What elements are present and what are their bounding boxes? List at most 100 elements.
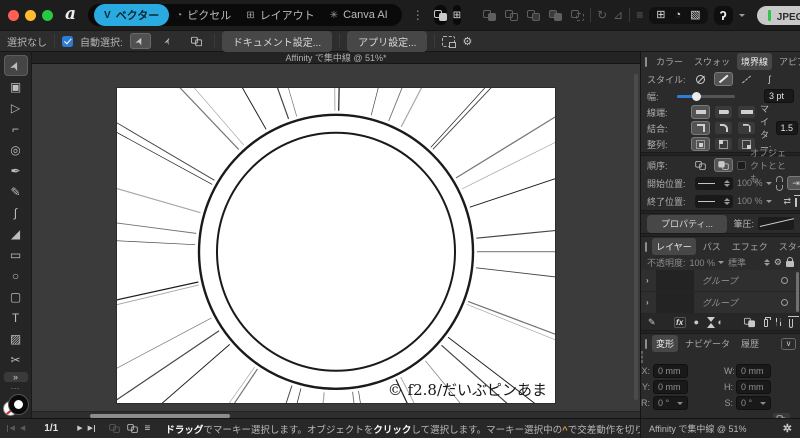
auto-select-checkbox[interactable] [62,35,73,47]
tab-history[interactable]: 履歴 [737,335,763,352]
shear-input[interactable]: 0 ° [736,396,771,410]
pressure-curve-widget[interactable] [758,217,794,230]
layer-settings-gear-icon[interactable]: ⚙ [774,257,782,268]
layer-visibility-icon[interactable] [781,299,788,306]
ellipse-tool[interactable]: ○ [4,265,28,286]
panel-drag-handle[interactable] [645,338,647,349]
document-tab-title[interactable]: Affinity で集中線 @ 51%* [32,52,640,64]
mask-layer-icon[interactable]: ● [694,317,699,327]
layer-visibility-icon[interactable] [781,277,788,284]
scale-arrow-button[interactable]: ⇥ [786,176,800,190]
select-box-mode-button[interactable] [186,33,207,49]
stroke-width-value[interactable]: 3 pt [764,89,794,103]
link-scales-icon[interactable] [774,175,784,191]
cap-square-button[interactable] [737,105,756,119]
panel-drag-handle[interactable] [645,56,647,67]
join-bevel-button[interactable] [737,121,756,135]
tab-transform[interactable]: 変形 [652,335,679,352]
join-miter-button[interactable] [691,121,710,135]
blend-spinner-icon[interactable] [763,256,770,269]
expand-group-icon[interactable]: › [646,276,656,285]
layer-thumbnail[interactable] [656,292,694,313]
x-input[interactable]: 0 mm [653,364,688,378]
panel-menu-button[interactable]: ∨ [781,337,796,350]
align-center-button[interactable] [691,137,710,151]
adjustment-layer-icon[interactable] [707,316,717,328]
snapping-icon[interactable]: ⊞ [656,9,665,21]
tab-effects[interactable]: エフェク [728,238,772,255]
layers-scrollbar-thumb[interactable] [796,272,799,312]
first-page-button[interactable]: ◀ [7,425,15,432]
corner-tool[interactable]: ⌐ [4,118,28,139]
stroke-style-none-button[interactable] [691,72,710,86]
tab-stroke[interactable]: 境界線 [737,53,773,70]
move-tool[interactable]: ➤ [3,55,28,76]
export-button[interactable]: JPEGをエクスポート [756,5,800,25]
y-input[interactable]: 0 mm [653,380,688,394]
live-filter-icon[interactable]: ◐ [718,317,723,327]
expand-group-icon[interactable]: › [646,298,656,307]
new-layer-icon[interactable] [763,317,772,327]
pattern-layer-icon[interactable] [776,318,778,322]
start-arrowhead-select[interactable] [695,176,733,190]
layer-row-group-1[interactable]: › グループ [641,270,800,292]
app-settings-button[interactable]: アプリ設定... [347,30,428,52]
alignment-icon[interactable]: ≡ [636,9,643,21]
persona-vector[interactable]: V ベクター [94,4,170,26]
persona-pixel[interactable]: ◔ ピクセル [176,7,231,23]
assistant-manager-icon[interactable]: ◔ [674,9,681,21]
assistant-dropdown-caret[interactable] [738,13,745,20]
pen-tool[interactable]: ✒ [4,160,28,181]
stroke-style-dash-button[interactable] [737,72,756,86]
tab-layers[interactable]: レイヤー [652,238,696,255]
tab-paths[interactable]: パス [699,238,725,255]
vertical-scrollbar[interactable] [634,74,638,400]
anchor-point-selector[interactable] [641,351,643,363]
tab-styles[interactable]: スタイル [775,238,800,255]
artboard-view-icon[interactable] [109,424,121,433]
start-scale-select[interactable]: 100 % [737,178,772,188]
prev-page-button[interactable]: ◀ [20,425,25,432]
boolean-subtract-icon[interactable] [505,9,519,21]
zoom-window-button[interactable] [42,9,53,21]
node-tool[interactable]: ▷ [4,97,28,118]
close-window-button[interactable] [8,9,19,21]
snapping-manager-icon[interactable] [442,35,457,48]
expand-tools-button[interactable]: » [3,372,28,382]
stroke-width-slider[interactable] [677,91,735,101]
edit-mask-icon[interactable]: ✎ [648,317,656,328]
flip-icon[interactable]: ⊿ [613,9,623,21]
tab-swatches[interactable]: スウォッ [690,53,734,70]
stroke-style-brush-button[interactable]: ʃ [760,72,779,86]
lock-layer-icon[interactable] [786,257,794,267]
image-tool[interactable]: ▨ [4,328,28,349]
apps-grid-button[interactable]: ⊞ [452,5,462,25]
order-behind-button[interactable] [691,158,710,172]
pencil-tool[interactable]: ✎ [4,181,28,202]
artboard-tool[interactable]: ▣ [4,76,28,97]
horizontal-scrollbar-thumb[interactable] [90,413,230,418]
cap-round-button[interactable] [714,105,733,119]
align-inside-button[interactable] [714,137,733,151]
remove-arrowheads-icon[interactable] [793,194,800,207]
document-page[interactable]: © f2.8/だいぶピンあま [117,88,555,403]
horizontal-scrollbar-track[interactable] [32,411,640,418]
spinner-icon[interactable] [724,177,730,190]
crop-tool[interactable]: ▢ [4,286,28,307]
stroke-swatch-black[interactable] [8,395,28,414]
fill-tool[interactable]: ◢ [4,223,28,244]
delete-layer-icon[interactable] [788,315,798,328]
h-input[interactable]: 0 mm [736,380,771,394]
minimize-window-button[interactable] [25,9,36,21]
vector-brush-tool[interactable]: ∫ [4,202,28,223]
rectangle-tool[interactable]: ▭ [4,244,28,265]
text-tool[interactable]: T [4,307,28,328]
persona-layout[interactable]: ⊞ レイアウト [246,7,314,23]
boolean-add-icon[interactable] [483,9,497,21]
join-round-button[interactable] [714,121,733,135]
knife-tool[interactable]: ✂ [4,349,28,370]
point-transform-tool[interactable]: ◎ [4,139,28,160]
layer-thumbnail[interactable] [656,270,694,291]
layer-row-group-2[interactable]: › グループ [641,292,800,314]
blend-mode-select[interactable]: 標準 [728,256,746,269]
